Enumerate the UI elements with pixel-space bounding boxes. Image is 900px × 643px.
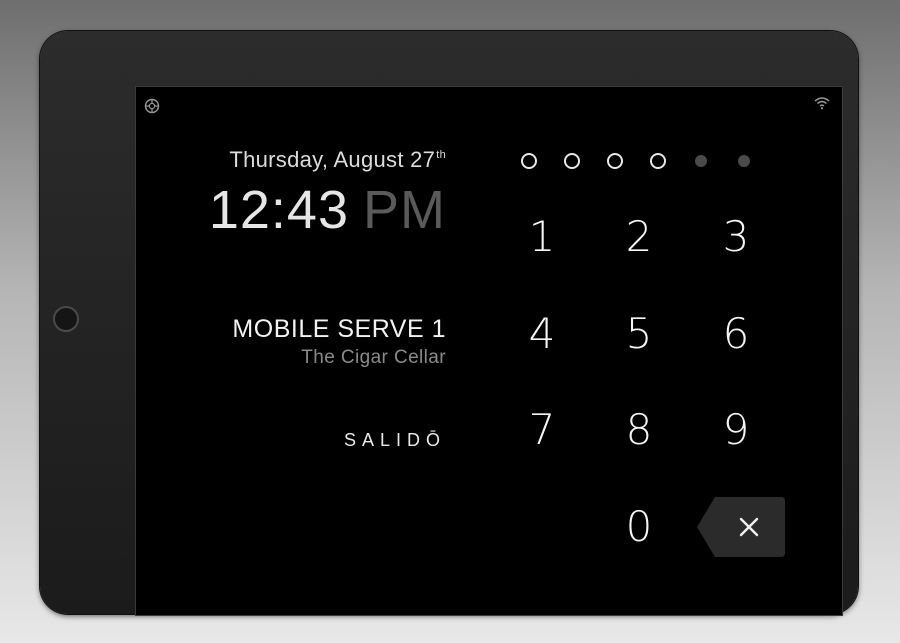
passcode-dot-filled	[607, 153, 623, 169]
terminal-name: MOBILE SERVE 1	[232, 315, 446, 343]
settings-target-icon[interactable]	[144, 98, 160, 114]
key-8[interactable]: 8	[599, 390, 679, 470]
key-1[interactable]: 1	[502, 197, 582, 277]
passcode-dot-empty	[738, 155, 750, 167]
home-button[interactable]	[53, 306, 79, 332]
backspace-button[interactable]	[697, 497, 785, 557]
passcode-dot-filled	[521, 153, 537, 169]
numeric-keypad: 1 2 3 4 5 6 7 8 9 0	[492, 197, 792, 587]
passcode-dot-filled	[650, 153, 666, 169]
location-name: The Cigar Cellar	[301, 347, 446, 368]
date-day-suffix: th	[436, 149, 446, 161]
wifi-icon	[814, 97, 830, 110]
passcode-dot-filled	[564, 153, 580, 169]
key-0[interactable]: 0	[599, 487, 679, 567]
key-3[interactable]: 3	[696, 197, 776, 277]
tablet-device: Thursday, August 27th 12:43 PM MOBILE SER…	[40, 31, 858, 616]
brand-logo: SALIDŌ	[343, 430, 446, 450]
time-hour-minute: 12:43	[208, 180, 349, 240]
current-date: Thursday, August 27th	[229, 147, 446, 173]
key-4[interactable]: 4	[502, 294, 582, 374]
key-9[interactable]: 9	[696, 390, 776, 470]
passcode-dots	[521, 153, 781, 169]
key-6[interactable]: 6	[696, 294, 776, 374]
key-2[interactable]: 2	[599, 197, 679, 277]
lock-screen: Thursday, August 27th 12:43 PM MOBILE SER…	[135, 86, 843, 616]
passcode-dot-empty	[695, 155, 707, 167]
key-7[interactable]: 7	[502, 390, 582, 470]
time-ampm: PM	[363, 180, 446, 240]
date-text: Thursday, August 27	[229, 147, 436, 172]
current-time: 12:43 PM	[209, 179, 446, 241]
key-5[interactable]: 5	[599, 294, 679, 374]
backspace-x-icon	[697, 497, 785, 557]
